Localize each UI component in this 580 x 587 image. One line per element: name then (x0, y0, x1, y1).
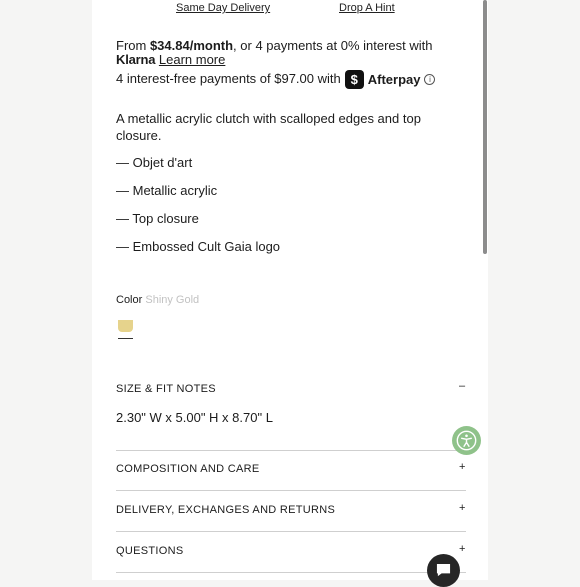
accessibility-button[interactable] (452, 426, 481, 455)
afterpay-brand: Afterpay (367, 72, 421, 87)
afterpay-logo-icon: $ (344, 70, 364, 89)
chat-button[interactable] (427, 554, 460, 587)
color-label: Color Shiny Gold (116, 294, 200, 306)
drop-a-hint-link[interactable]: Drop A Hint (339, 2, 395, 14)
divider (116, 490, 466, 491)
klarna-logo: Klarna (116, 52, 156, 67)
accordion-delivery-title[interactable]: DELIVERY, EXCHANGES AND RETURNS (116, 504, 335, 516)
chat-icon (436, 563, 451, 577)
divider (116, 572, 466, 573)
scrollbar[interactable] (483, 0, 487, 254)
size-dimensions: 2.30" W x 5.00" H x 8.70" L (116, 410, 273, 425)
same-day-delivery-link[interactable]: Same Day Delivery (176, 2, 270, 14)
accordion-size-fit-title[interactable]: SIZE & FIT NOTES (116, 383, 216, 395)
accordion-composition-title[interactable]: COMPOSITION AND CARE (116, 463, 260, 475)
klarna-amount: $34.84/month (149, 38, 234, 53)
afterpay-line: 4 interest-free payments of $97.00 with $… (116, 70, 436, 89)
bullet-item: — Metallic acrylic (116, 183, 218, 198)
accordion-questions-title[interactable]: QUESTIONS (116, 545, 184, 557)
divider (116, 531, 466, 532)
expand-icon[interactable]: + (459, 543, 465, 555)
bullet-item: — Objet d'art (116, 155, 193, 170)
color-swatch-shiny-gold[interactable] (118, 320, 133, 332)
expand-icon[interactable]: + (459, 461, 465, 473)
accessibility-icon (456, 430, 477, 451)
collapse-icon[interactable]: – (459, 380, 465, 392)
klarna-line-2: Klarna Learn more (116, 52, 225, 67)
expand-icon[interactable]: + (459, 502, 465, 514)
klarna-line: From $34.84/month, or 4 payments at 0% i… (116, 38, 433, 53)
info-icon[interactable]: i (424, 74, 436, 85)
selected-color-value: Shiny Gold (145, 294, 200, 306)
klarna-learn-more-link[interactable]: Learn more (159, 52, 225, 67)
selected-swatch-indicator (118, 338, 133, 339)
product-description: A metallic acrylic clutch with scalloped… (116, 111, 421, 143)
divider (116, 450, 466, 451)
bullet-item: — Embossed Cult Gaia logo (116, 239, 281, 254)
bullet-item: — Top closure (116, 211, 199, 226)
